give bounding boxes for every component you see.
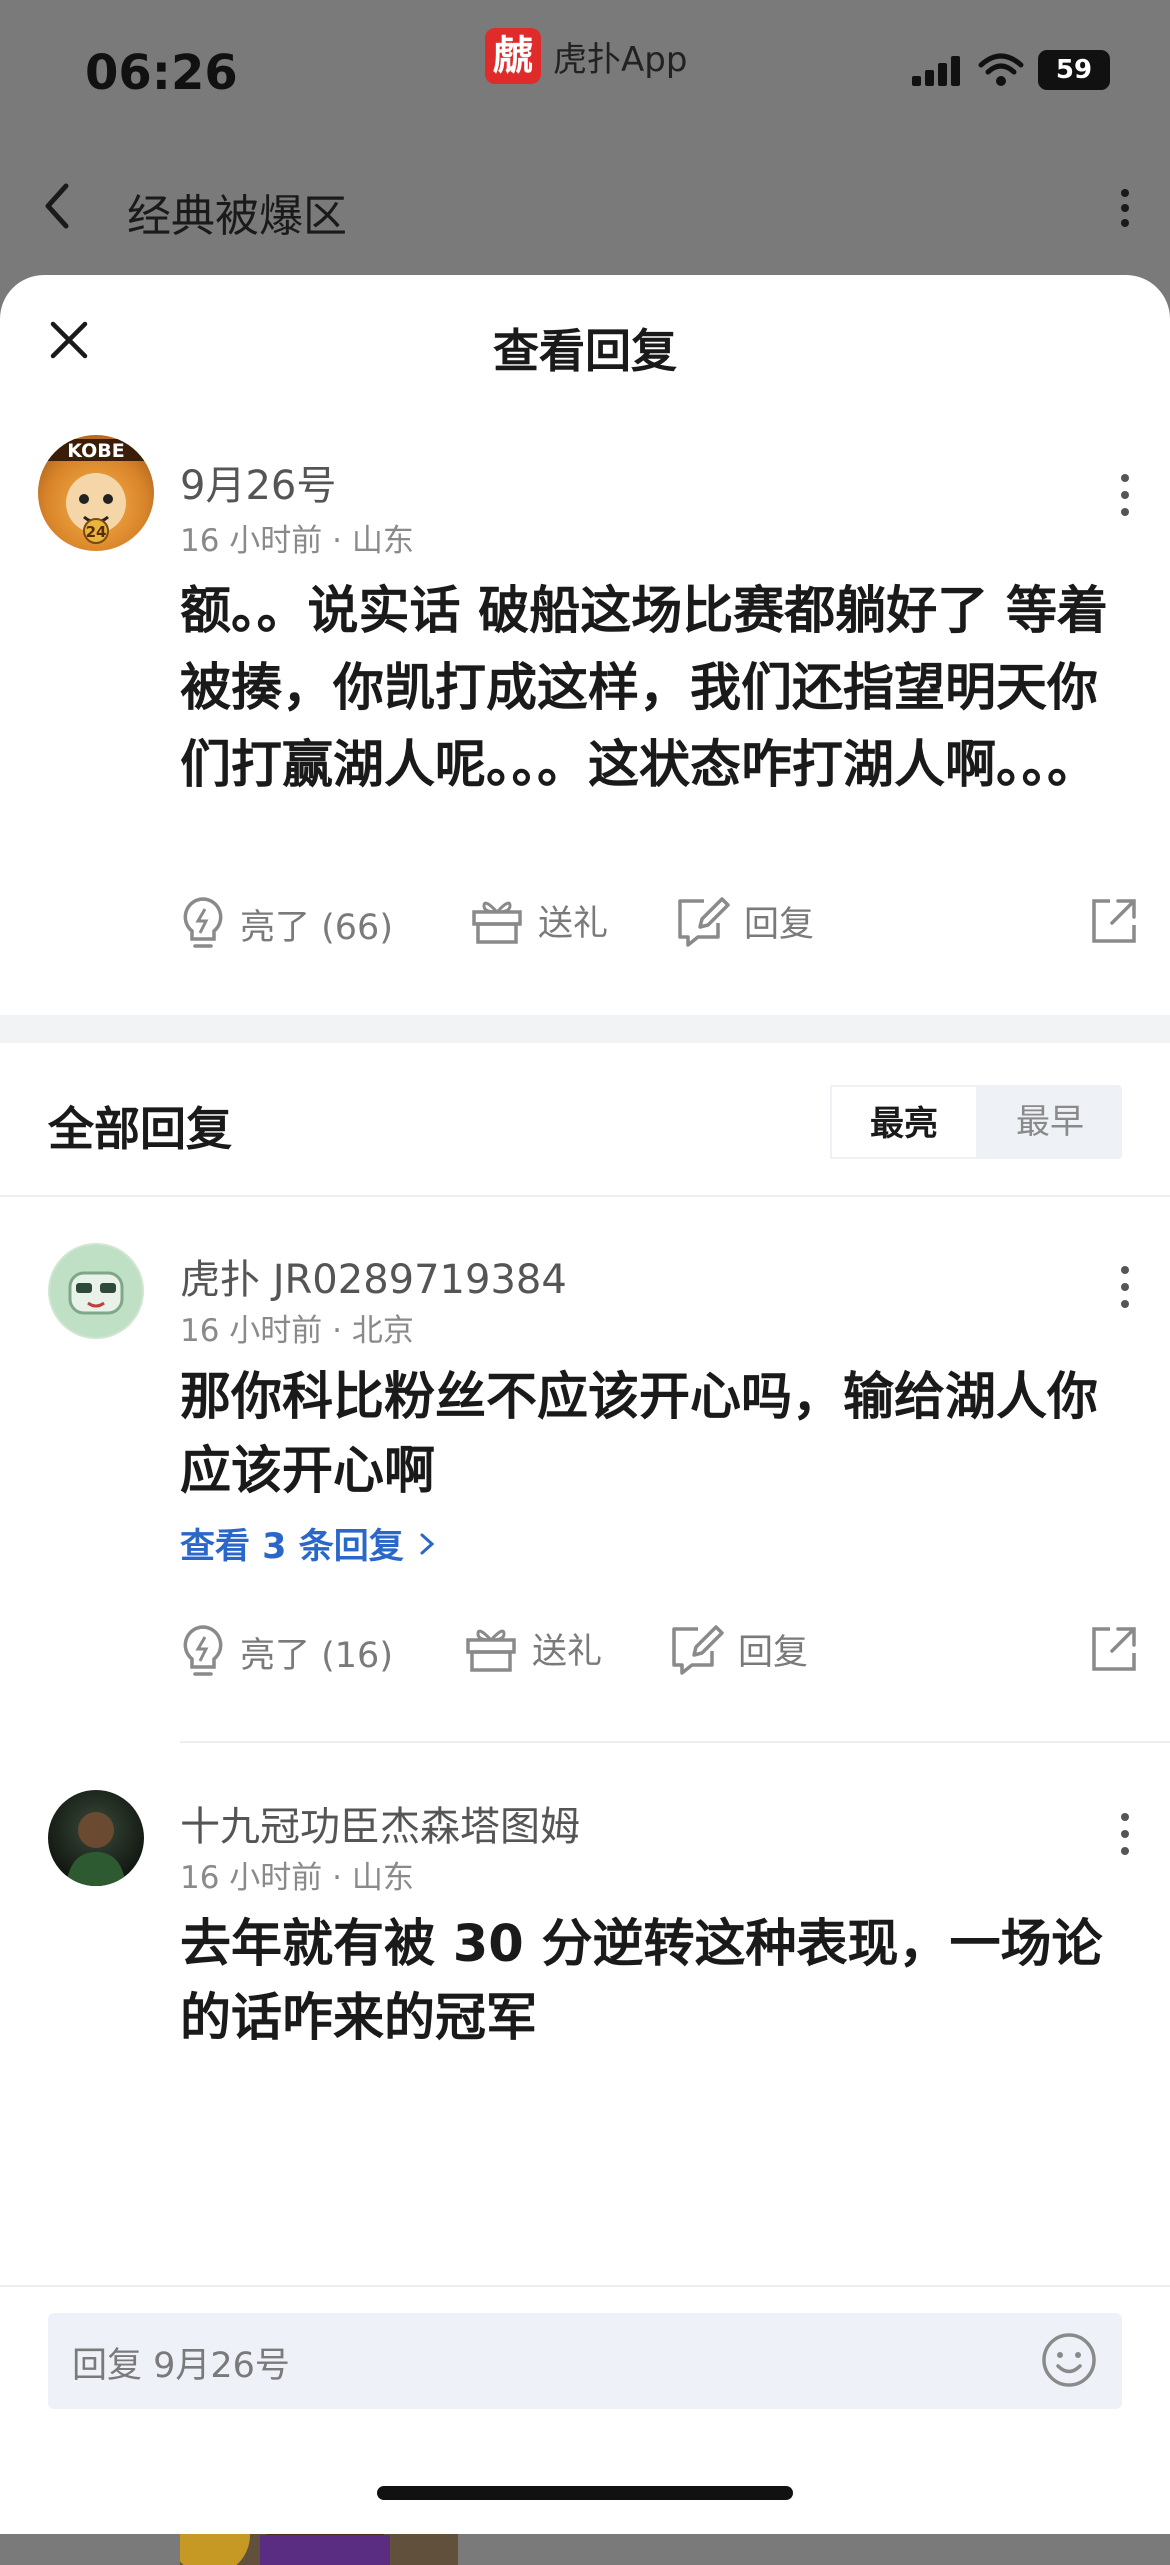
nav-bar: 经典被爆区 (0, 130, 1170, 270)
sort-option-earliest[interactable]: 最早 (978, 1085, 1122, 1159)
reply-username[interactable]: 虎扑 JR0289719384 (180, 1247, 567, 1305)
light-count: 亮了 (16) (240, 1635, 393, 1676)
signal-icon (912, 56, 960, 86)
divider (180, 1741, 1170, 1743)
light-count: 亮了 (66) (240, 907, 393, 948)
sort-toggle: 最亮 最早 (830, 1085, 1122, 1159)
app-badge: 虤 虎扑App (485, 28, 687, 84)
edit-icon (678, 897, 730, 947)
gift-icon (472, 901, 522, 944)
reply-actions: 亮了 (16) 送礼 回复 (180, 1623, 1140, 1693)
more-vertical-icon[interactable] (1120, 1265, 1130, 1309)
post-username[interactable]: 9月26号 (180, 453, 336, 511)
more-vertical-icon[interactable] (1120, 1812, 1130, 1856)
post-meta: 16 小时前 · 山东 (180, 523, 414, 559)
sheet-header: 查看回复 (0, 275, 1170, 405)
status-bar: 06:26 虤 虎扑App 59 (0, 0, 1170, 130)
nav-title: 经典被爆区 (127, 191, 347, 242)
lightbulb-icon (183, 897, 223, 948)
battery-indicator: 59 (1038, 50, 1110, 90)
avatar-number-text: 24 (86, 523, 107, 541)
divider (0, 1195, 1170, 1197)
gift-icon (466, 1629, 516, 1672)
post-content: 额。。说实话 破船这场比赛都躺好了 等着被揍，你凯打成这样，我们还指望明天你们打… (180, 582, 1109, 795)
edit-icon (672, 1625, 724, 1675)
chevron-right-icon (420, 1533, 434, 1554)
back-arrow-icon[interactable] (42, 182, 72, 230)
more-vertical-icon[interactable] (1120, 473, 1130, 517)
reply-content: 那你科比粉丝不应该开心吗，输给湖人你应该开心啊 (180, 1368, 1099, 1501)
emoji-icon[interactable] (1040, 2331, 1098, 2389)
reply-button[interactable]: 回复 (674, 895, 814, 947)
reply-input[interactable]: 回复 9月26号 (48, 2313, 1122, 2409)
light-button[interactable]: 亮了 (16) (180, 1623, 393, 1681)
default-avatar-icon (50, 1245, 142, 1337)
wifi-icon (978, 53, 1024, 86)
reply-username[interactable]: 十九冠功臣杰森塔图姆 (180, 1794, 580, 1852)
section-divider (0, 1015, 1170, 1043)
player-avatar-icon (66, 1812, 126, 1886)
gift-button[interactable]: 送礼 (464, 1623, 602, 1674)
reply-label: 回复 (738, 1632, 809, 1673)
avatar[interactable] (48, 1243, 144, 1339)
reply-input-placeholder: 回复 9月26号 (72, 2346, 290, 2386)
app-logo-icon: 虤 (485, 28, 541, 84)
share-icon[interactable] (1088, 895, 1140, 947)
gift-label: 送礼 (538, 904, 609, 944)
system-icons: 59 (912, 50, 1110, 90)
avatar[interactable]: KOBE 24 (38, 435, 154, 551)
home-indicator (377, 2486, 793, 2500)
more-vertical-icon[interactable] (1120, 188, 1130, 228)
lightbulb-icon (183, 1625, 223, 1676)
light-button[interactable]: 亮了 (66) (180, 895, 393, 953)
sort-option-brightest[interactable]: 最亮 (830, 1085, 978, 1159)
reply-meta: 16 小时前 · 山东 (180, 1860, 414, 1896)
reply-meta: 16 小时前 · 北京 (180, 1313, 414, 1349)
view-replies-link[interactable]: 查看 3 条回复 (180, 1518, 438, 1569)
kobe-avatar-icon: KOBE 24 (48, 439, 144, 544)
app-name: 虎扑App (553, 39, 688, 80)
gift-label: 送礼 (532, 1632, 603, 1672)
gift-button[interactable]: 送礼 (470, 895, 608, 946)
reply-button[interactable]: 回复 (668, 1623, 808, 1675)
post-actions: 亮了 (66) 送礼 回复 (180, 895, 1140, 965)
sheet-title: 查看回复 (493, 324, 677, 378)
avatar-badge-text: KOBE (67, 440, 124, 462)
share-icon[interactable] (1088, 1623, 1140, 1675)
reply-content: 去年就有被 30 分逆转这种表现，一场论的话咋来的冠军 (180, 1915, 1103, 2048)
view-replies-label: 查看 3 条回复 (180, 1527, 404, 1567)
avatar[interactable] (48, 1790, 144, 1886)
status-time: 06:26 (85, 45, 238, 101)
reply-label: 回复 (744, 904, 815, 945)
all-replies-title: 全部回复 (48, 1102, 232, 1156)
reply-sheet: 查看回复 KOBE 24 9月26号 16 小时前 · 山东 额。。说实话 破船… (0, 275, 1170, 2565)
